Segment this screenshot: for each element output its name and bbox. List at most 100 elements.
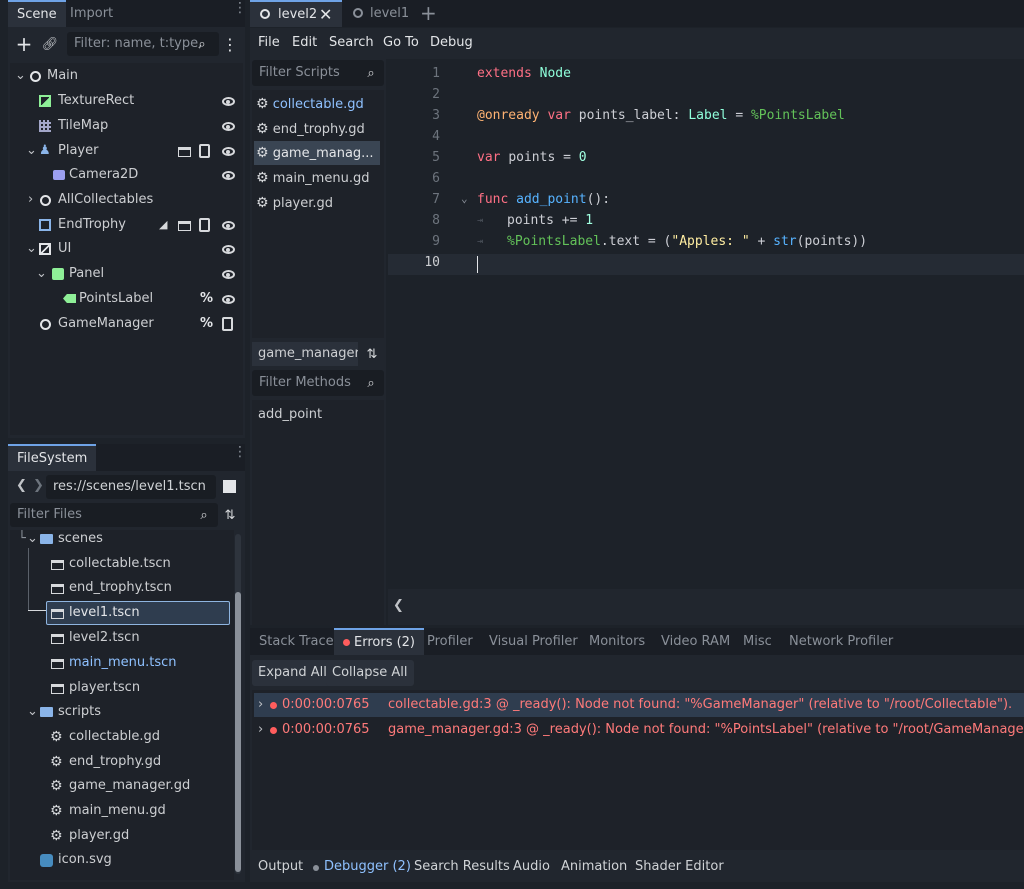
script-item[interactable]: ⚙ main_menu.gd [256,166,382,190]
file-item[interactable]: icon.svg [10,848,234,872]
tab-import[interactable]: Import [61,0,122,27]
bottom-tab-audio[interactable]: Audio [513,859,550,874]
expand-all-button[interactable]: Expand All [252,660,333,686]
file-item[interactable]: ⚙ collectable.gd [10,725,234,749]
collapse-icon[interactable]: ⌄ [27,530,38,551]
tree-node-tilemap[interactable]: TileMap [10,114,243,138]
file-item[interactable]: player.tscn [10,676,234,700]
bottom-tab-shader-editor[interactable]: Shader Editor [635,859,724,874]
script-item[interactable]: ⚙ collectable.gd [256,92,382,116]
more-options-icon[interactable]: ⋮ [222,32,238,56]
tab-video-ram[interactable]: Video RAM [652,628,739,655]
scrollbar-thumb[interactable] [235,592,241,872]
expand-icon[interactable]: › [28,188,33,212]
tree-node-panel[interactable]: ⌄ Panel [10,262,243,286]
filesystem-scrollbar[interactable] [235,534,241,874]
signal-icon[interactable]: ◢ [159,213,167,237]
menu-goto[interactable]: Go To [383,35,419,50]
script-icon[interactable] [222,317,233,331]
collapse-icon[interactable]: ⌄ [36,262,47,286]
script-icon[interactable] [199,144,210,158]
collapse-icon[interactable]: ⌄ [27,700,38,724]
tab-level2[interactable]: level2 ✕ [250,0,342,27]
tree-node-allcollectables[interactable]: › AllCollectables [10,188,243,212]
tab-filesystem[interactable]: FileSystem [8,444,97,471]
collapse-all-button[interactable]: Collapse All [326,660,414,686]
tree-node-camera2d[interactable]: Camera2D [10,163,243,187]
collapse-icon[interactable]: ⌄ [15,64,26,88]
tree-node-player[interactable]: ⌄ ♟ Player [10,139,243,163]
file-item[interactable]: end_trophy.tscn [10,576,234,600]
open-scene-icon[interactable] [178,147,191,157]
back-icon[interactable]: ❮ [16,478,27,493]
tab-level1[interactable]: level1 [342,0,412,27]
sort-icon[interactable]: ⇅ [362,342,382,366]
code-editor[interactable]: 1 2 3 4 5 6 7 8 9 10 ⌄ ⇥ ⇥ extends Node … [388,59,1024,589]
visibility-icon[interactable] [222,295,235,304]
file-item[interactable]: main_menu.tscn [10,651,234,675]
tab-misc[interactable]: Misc [734,628,781,655]
tree-node-texturerect[interactable]: TextureRect [10,89,243,113]
tree-node-pointslabel[interactable]: PointsLabel % [10,287,243,311]
collapse-icon[interactable]: ⌄ [26,237,37,261]
visibility-icon[interactable] [222,147,235,156]
script-icon[interactable] [199,218,210,232]
visibility-icon[interactable] [222,171,235,180]
menu-edit[interactable]: Edit [292,35,317,50]
toggle-split-icon[interactable] [223,480,236,493]
visibility-icon[interactable] [222,245,235,254]
visibility-icon[interactable] [222,221,235,230]
script-item[interactable]: ⚙ player.gd [256,191,382,215]
file-item[interactable]: ⚙ end_trophy.gd [10,750,234,774]
add-node-icon[interactable]: + [14,32,34,56]
unique-name-icon[interactable]: % [200,287,213,311]
tab-network-profiler[interactable]: Network Profiler [780,628,902,655]
path-field[interactable]: res://scenes/level1.tscn [46,475,216,499]
bottom-tab-animation[interactable]: Animation [561,859,627,874]
menu-debug[interactable]: Debug [430,35,473,50]
tab-profiler[interactable]: Profiler [418,628,482,655]
menu-file[interactable]: File [258,35,280,50]
forward-icon[interactable]: ❯ [33,478,44,493]
tree-node-gamemanager[interactable]: GameManager % [10,312,243,336]
tab-errors[interactable]: Errors (2) [334,628,425,655]
tree-node-ui[interactable]: ⌄ UI [10,237,243,261]
expand-icon[interactable]: › [258,718,263,742]
bottom-tab-search-results[interactable]: Search Results [414,859,510,874]
tab-scene[interactable]: Scene [8,0,66,27]
open-scene-icon[interactable] [178,221,191,231]
sort-icon[interactable]: ⇅ [221,503,239,527]
script-item[interactable]: ⚙ end_trophy.gd [256,117,382,141]
file-item[interactable]: ⚙ player.gd [10,824,234,848]
script-item-selected[interactable]: ⚙ game_manag... [254,141,380,165]
link-icon[interactable]: 🔗︎ [40,32,60,56]
visibility-icon[interactable] [222,122,235,131]
close-icon[interactable]: ✕ [319,2,332,27]
error-row[interactable]: › 0:00:00:0765 game_manager.gd:3 @ _read… [254,718,1024,742]
tree-node-endtrophy[interactable]: EndTrophy ◢ [10,213,243,237]
method-item[interactable]: add_point [258,403,322,427]
visibility-icon[interactable] [222,270,235,279]
bottom-tab-debugger[interactable]: Debugger (2) [324,859,411,874]
expand-icon[interactable]: › [258,693,263,717]
error-row-selected[interactable]: › 0:00:00:0765 collectable.gd:3 @ _ready… [254,693,1024,717]
file-item[interactable]: ⚙ game_manager.gd [10,774,234,798]
file-item[interactable]: level2.tscn [10,626,234,650]
menu-search[interactable]: Search [329,35,374,50]
new-tab-icon[interactable]: + [420,1,437,25]
tab-stack-trace[interactable]: Stack Trace [250,628,343,655]
filter-files-input[interactable]: Filter Files [10,503,218,527]
file-item[interactable]: ⌄ scripts [10,700,234,724]
toggle-scripts-panel-icon[interactable]: ❮ [393,598,404,613]
file-item[interactable]: ⚙ main_menu.gd [10,799,234,823]
visibility-icon[interactable] [222,97,235,106]
unique-name-icon[interactable]: % [200,312,213,336]
file-item[interactable]: └ ⌄ scenes [10,530,234,551]
collapse-icon[interactable]: ⌄ [26,139,37,163]
dock-menu-icon[interactable]: ⋮ [233,1,247,15]
tree-node-main[interactable]: ⌄ Main [10,64,243,88]
bottom-tab-output[interactable]: Output [258,859,303,874]
dock-menu-icon[interactable]: ⋮ [233,445,247,459]
tab-visual-profiler[interactable]: Visual Profiler [480,628,587,655]
file-item-selected[interactable]: level1.tscn [46,601,230,625]
